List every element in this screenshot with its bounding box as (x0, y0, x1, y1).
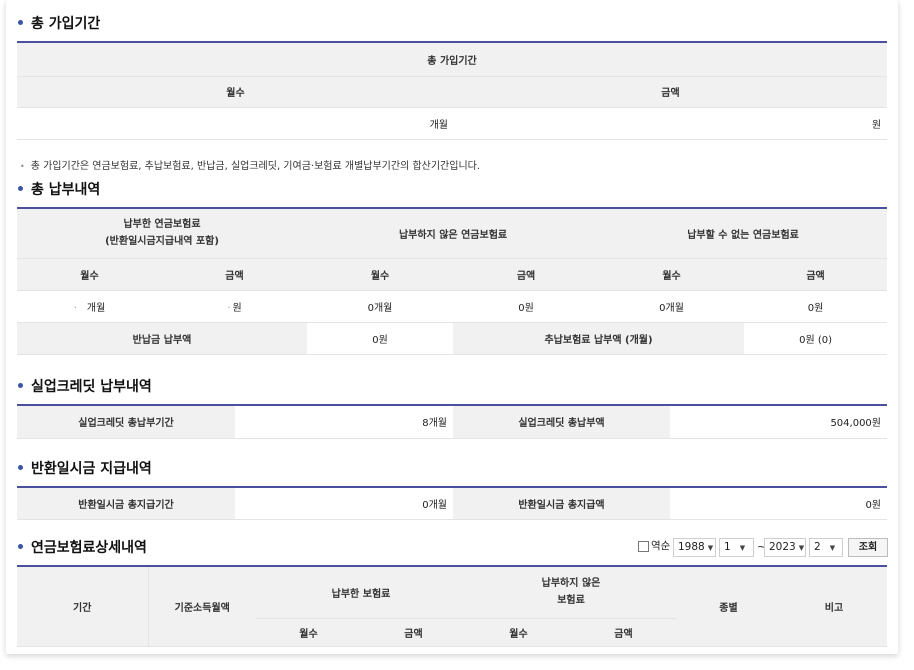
dot-icon (18, 543, 23, 549)
to-year-value: 2023 (769, 541, 796, 553)
dot-icon (18, 185, 23, 191)
unpaid-months: 0개월 (307, 290, 454, 323)
sub-months: 월수 (17, 258, 162, 291)
unemp-amount-value: 504,000원 (670, 404, 887, 439)
paid-amount: 원 (232, 302, 242, 314)
extra-label: 추납보험료 납부액 (개월) (453, 322, 745, 355)
page: 총 가입기간 총 가입기간 월수 금액 개월 원 • 총 가입기간은 연금보험료,… (0, 0, 914, 670)
group-paid-line2: (반환일시금지급내역 포함) (105, 236, 219, 248)
unpaid-amount: 0원 (453, 290, 600, 323)
sub-months: 월수 (466, 618, 571, 647)
chevron-down-icon: ▼ (707, 544, 714, 552)
sub-months: 월수 (307, 258, 454, 291)
note-bullet: • (20, 162, 25, 171)
col-paid: 납부한 보험료 (256, 565, 466, 619)
sub-amount: 금액 (162, 258, 308, 291)
paid-amount-cell: · 원 (162, 290, 308, 323)
extra-value: 0원 (0) (744, 322, 888, 355)
chevron-down-icon: ▼ (739, 544, 746, 552)
unemp-period-value: 8개월 (235, 404, 453, 439)
reverse-order-label: 역순 (651, 540, 671, 552)
paid-months-cell: · 개월 (17, 290, 162, 323)
search-button[interactable]: 조회 (848, 538, 888, 557)
lump-amount-value: 0원 (670, 486, 887, 520)
sub-months: 월수 (256, 618, 361, 647)
section-heading-detail: 연금보험료상세내역 (18, 537, 147, 557)
section-heading-lump-sum: 반환일시금 지급내역 (18, 458, 152, 478)
masked-marker: · (73, 302, 77, 314)
to-year-select[interactable]: 2023 ▼ (764, 538, 806, 557)
refund-value: 0원 (307, 322, 454, 355)
from-month-value: 1 (724, 541, 731, 553)
dot-icon (18, 382, 23, 388)
reverse-order-checkbox[interactable] (638, 541, 649, 552)
group-paid: 납부한 연금보험료 (반환일시금지급내역 포함) (17, 207, 308, 259)
amount-value: 원 (454, 107, 888, 140)
to-month-value: 2 (814, 541, 821, 553)
unemp-period-label: 실업크레딧 총납부기간 (17, 404, 235, 439)
col-amount: 금액 (454, 76, 888, 108)
note-text: 총 가입기간은 연금보험료, 추납보험료, 반납금, 실업크레딧, 기여금·보험… (30, 161, 481, 172)
unemployment-table: 실업크레딧 총납부기간 8개월 실업크레딧 총납부액 504,000원 (17, 404, 887, 439)
info-note: • 총 가입기간은 연금보험료, 추납보험료, 반납금, 실업크레딧, 기여금·보… (20, 157, 480, 172)
cannot-months: 0개월 (599, 290, 745, 323)
sub-amount: 금액 (744, 258, 888, 291)
col-type: 종별 (676, 565, 781, 647)
paid-months: 개월 (86, 302, 106, 314)
cannot-amount: 0원 (744, 290, 888, 323)
sub-amount: 금액 (453, 258, 600, 291)
dot-icon (18, 464, 23, 470)
col-months: 월수 (17, 76, 454, 108)
sub-amount: 금액 (571, 618, 676, 647)
unemp-amount-label: 실업크레딧 총납부액 (453, 404, 670, 439)
col-unpaid: 납부하지 않은 보험료 (466, 565, 676, 619)
lump-period-label: 반환일시금 총지급기간 (17, 486, 235, 520)
section-heading-unemployment: 실업크레딧 납부내역 (18, 376, 152, 396)
to-month-select[interactable]: 2 ▼ (809, 538, 843, 557)
chevron-down-icon: ▼ (798, 544, 805, 552)
section-heading-total-payment: 총 납부내역 (18, 179, 100, 199)
section-heading-total-period: 총 가입기간 (18, 13, 100, 33)
from-year-select[interactable]: 1988 ▼ (673, 538, 716, 557)
lump-period-value: 0개월 (235, 486, 453, 520)
detail-table: 기간 기준소득월액 납부한 보험료 납부하지 않은 보험료 종별 비고 월수 금… (17, 565, 887, 647)
group-cannot: 납부할 수 없는 연금보험료 (599, 207, 888, 259)
group-unpaid: 납부하지 않은 연금보험료 (307, 207, 600, 259)
content-panel: 총 가입기간 총 가입기간 월수 금액 개월 원 • 총 가입기간은 연금보험료,… (6, 0, 898, 654)
col-unpaid-line1: 납부하지 않은 (541, 578, 601, 590)
lump-amount-label: 반환일시금 총지급액 (453, 486, 670, 520)
col-base-income: 기준소득월액 (148, 565, 256, 647)
refund-label: 반납금 납부액 (17, 322, 308, 355)
sub-amount: 금액 (361, 618, 466, 647)
chevron-down-icon: ▼ (829, 544, 836, 552)
col-unpaid-line2: 보험료 (557, 595, 585, 607)
total-period-table: 총 가입기간 월수 금액 개월 원 (17, 41, 888, 140)
sub-months: 월수 (599, 258, 745, 291)
lump-sum-table: 반환일시금 총지급기간 0개월 반환일시금 총지급액 0원 (17, 486, 887, 520)
dot-icon (18, 19, 23, 25)
total-payment-table: 납부한 연금보험료 (반환일시금지급내역 포함) 납부하지 않은 연금보험료 납… (17, 207, 888, 355)
months-value: 개월 (17, 107, 454, 140)
from-month-select[interactable]: 1 ▼ (719, 538, 754, 557)
table-title: 총 가입기간 (17, 41, 888, 77)
from-year-value: 1988 (678, 541, 705, 553)
col-period: 기간 (17, 565, 149, 647)
masked-marker: · (227, 302, 231, 314)
col-remark: 비고 (781, 565, 887, 647)
group-paid-line1: 납부한 연금보험료 (123, 219, 201, 231)
